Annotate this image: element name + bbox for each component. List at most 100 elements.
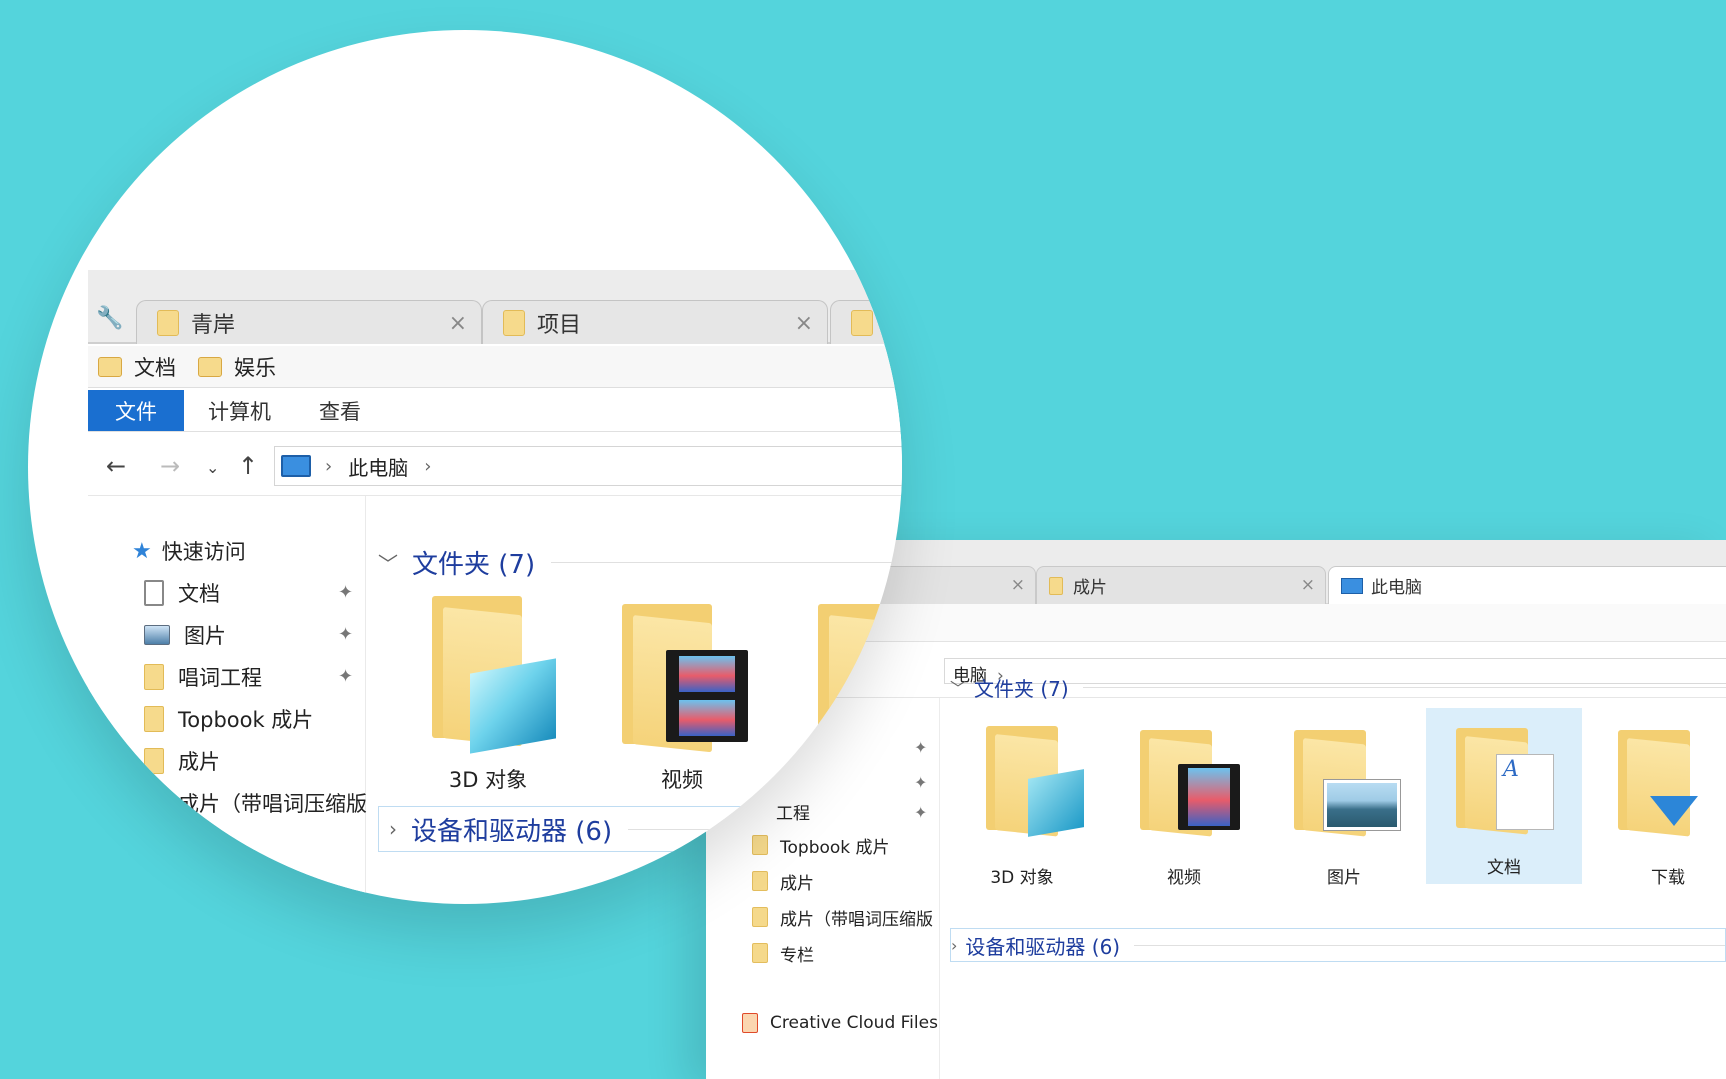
tab-label: 此电脑 xyxy=(1371,578,1422,598)
ribbon-tabs: 文件 计算机 查看 xyxy=(88,390,902,432)
nav-label: 唱词工程 xyxy=(178,666,262,690)
chevron-down-icon: ﹀ xyxy=(950,679,967,698)
cube-icon xyxy=(1028,769,1084,837)
tab-label: 成片 xyxy=(1073,578,1107,598)
nav-label: 快速访问 xyxy=(161,540,246,564)
cube-icon xyxy=(470,658,556,754)
folders-group-header[interactable]: ﹀ 文件夹 (7) xyxy=(378,542,902,582)
nav-item-pictures[interactable]: 图片 xyxy=(144,618,226,652)
nav-label: 专栏 xyxy=(780,945,814,966)
favorite-label: 娱乐 xyxy=(234,355,276,380)
tab-bar: 🔧 青岸 × 项目 × xyxy=(88,270,902,344)
folder-icon xyxy=(98,356,122,377)
favorites-bar: 文档 娱乐 xyxy=(88,346,902,388)
divider xyxy=(1082,686,1726,688)
folder-icon xyxy=(157,309,179,336)
pin-icon[interactable]: ✦ xyxy=(338,582,353,603)
chevron-right-icon: › xyxy=(951,935,958,955)
star-icon: ★ xyxy=(132,538,152,564)
folder-partial[interactable] xyxy=(782,596,902,796)
document-icon: A xyxy=(1496,754,1554,830)
back-arrow-icon[interactable]: ← xyxy=(106,452,126,480)
chevron-down-icon[interactable]: ⌄ xyxy=(206,458,219,477)
breadcrumb[interactable]: › 此电脑 › xyxy=(274,446,902,486)
group-title: 文件夹 (7) xyxy=(412,549,536,580)
bg-folder-3d-objects[interactable]: 3D 对象 xyxy=(944,718,1100,894)
nav-label: Creative Cloud Files xyxy=(770,1013,938,1033)
nav-label: Topbook 成片 xyxy=(178,708,314,732)
nav-label: 文档 xyxy=(178,582,220,606)
bg-tab-this-pc[interactable]: 此电脑 xyxy=(1328,566,1726,604)
devices-group-header[interactable]: › 设备和驱动器 (6) xyxy=(378,806,902,852)
wrench-icon[interactable]: 🔧 xyxy=(96,306,123,331)
tab-label: 项目 xyxy=(537,312,582,338)
pin-icon[interactable]: ✦ xyxy=(914,773,927,792)
tab-partial[interactable] xyxy=(830,300,902,344)
tab-projects[interactable]: 项目 × xyxy=(482,300,828,344)
nav-item-topbook[interactable]: Topbook 成片 xyxy=(144,702,313,736)
tile-label: 文档 xyxy=(1487,858,1521,878)
favorite-documents[interactable]: 文档 xyxy=(98,352,176,382)
close-icon[interactable]: × xyxy=(1011,575,1025,595)
pin-icon[interactable]: ✦ xyxy=(914,738,927,757)
pin-icon[interactable]: ✦ xyxy=(338,624,353,645)
bg-folders-group-header[interactable]: ﹀ 文件夹 (7) xyxy=(950,672,1726,702)
bg-folder-pictures[interactable]: 图片 xyxy=(1266,718,1422,894)
folder-icon xyxy=(1049,576,1063,595)
bg-nav-item[interactable]: 专栏 xyxy=(752,938,814,968)
ribbon-tab-file[interactable]: 文件 xyxy=(88,390,184,431)
computer-icon xyxy=(1341,577,1363,594)
quick-access[interactable]: ★ 快速访问 xyxy=(132,536,246,566)
bg-nav-item[interactable]: Creative Cloud Files xyxy=(742,1008,938,1038)
bg-nav-item[interactable]: 成片（带唱词压缩版 xyxy=(752,902,933,932)
tab-qingan[interactable]: 青岸 × xyxy=(136,300,482,344)
folder-icon xyxy=(144,706,164,732)
breadcrumb-this-pc[interactable]: 此电脑 xyxy=(348,452,408,481)
folder-videos[interactable]: 视频 xyxy=(592,596,772,796)
ribbon-tab-view[interactable]: 查看 xyxy=(295,390,385,431)
bg-folder-downloads[interactable]: 下载 xyxy=(1590,718,1726,894)
ribbon-tab-computer[interactable]: 计算机 xyxy=(184,390,295,431)
folder-icon xyxy=(144,664,164,690)
document-icon xyxy=(144,580,164,606)
download-arrow-icon xyxy=(1650,796,1698,826)
favorite-label: 文档 xyxy=(134,355,176,380)
nav-item-finished[interactable]: 成片 xyxy=(144,744,220,778)
pin-icon[interactable]: ✦ xyxy=(338,666,353,687)
nav-label: 成片（带唱词压缩版 xyxy=(780,909,933,930)
nav-label: 成片（带唱词压缩版 xyxy=(178,792,367,816)
folder-icon xyxy=(752,943,768,963)
nav-item-finished-compressed[interactable]: 成片（带唱词压缩版 xyxy=(144,786,367,820)
bg-devices-group-header[interactable]: › 设备和驱动器 (6) xyxy=(950,928,1726,962)
tile-label: 视频 xyxy=(661,768,703,792)
forward-arrow-icon[interactable]: → xyxy=(160,452,180,480)
close-icon[interactable]: × xyxy=(795,311,813,336)
bg-content: ﹀ 文件夹 (7) 3D 对象 视频 图片 A 文档 下载 › 设备和驱动器 (… xyxy=(940,677,1726,1079)
folder-icon xyxy=(752,907,768,927)
folder-3d-objects[interactable]: 3D 对象 xyxy=(398,596,578,796)
picture-icon xyxy=(144,625,170,645)
chevron-right-icon[interactable]: › xyxy=(424,456,431,477)
film-icon xyxy=(1178,764,1240,830)
tile-label: 视频 xyxy=(1167,868,1201,888)
up-arrow-icon[interactable]: ↑ xyxy=(238,452,258,480)
group-title: 设备和驱动器 (6) xyxy=(411,816,613,847)
bg-tab-finished[interactable]: 成片 × xyxy=(1036,566,1326,604)
bg-folder-documents[interactable]: A 文档 xyxy=(1426,708,1582,884)
folder-icon xyxy=(851,309,873,336)
divider xyxy=(551,561,902,563)
close-icon[interactable]: × xyxy=(1301,575,1315,595)
favorite-entertainment[interactable]: 娱乐 xyxy=(198,352,276,382)
pin-icon[interactable]: ✦ xyxy=(914,803,927,822)
nav-item-documents[interactable]: 文档 xyxy=(144,576,220,610)
nav-label: 成片 xyxy=(178,750,220,774)
nav-item-lyrics-project[interactable]: 唱词工程 xyxy=(144,660,262,694)
divider xyxy=(628,828,901,830)
bg-folder-videos[interactable]: 视频 xyxy=(1106,718,1262,894)
group-title: 设备和驱动器 (6) xyxy=(965,934,1121,959)
folder-icon xyxy=(144,748,164,774)
close-icon[interactable]: × xyxy=(449,311,467,336)
tile-label: 下载 xyxy=(1651,868,1685,888)
divider xyxy=(1134,944,1725,946)
chevron-right-icon: › xyxy=(389,817,397,841)
